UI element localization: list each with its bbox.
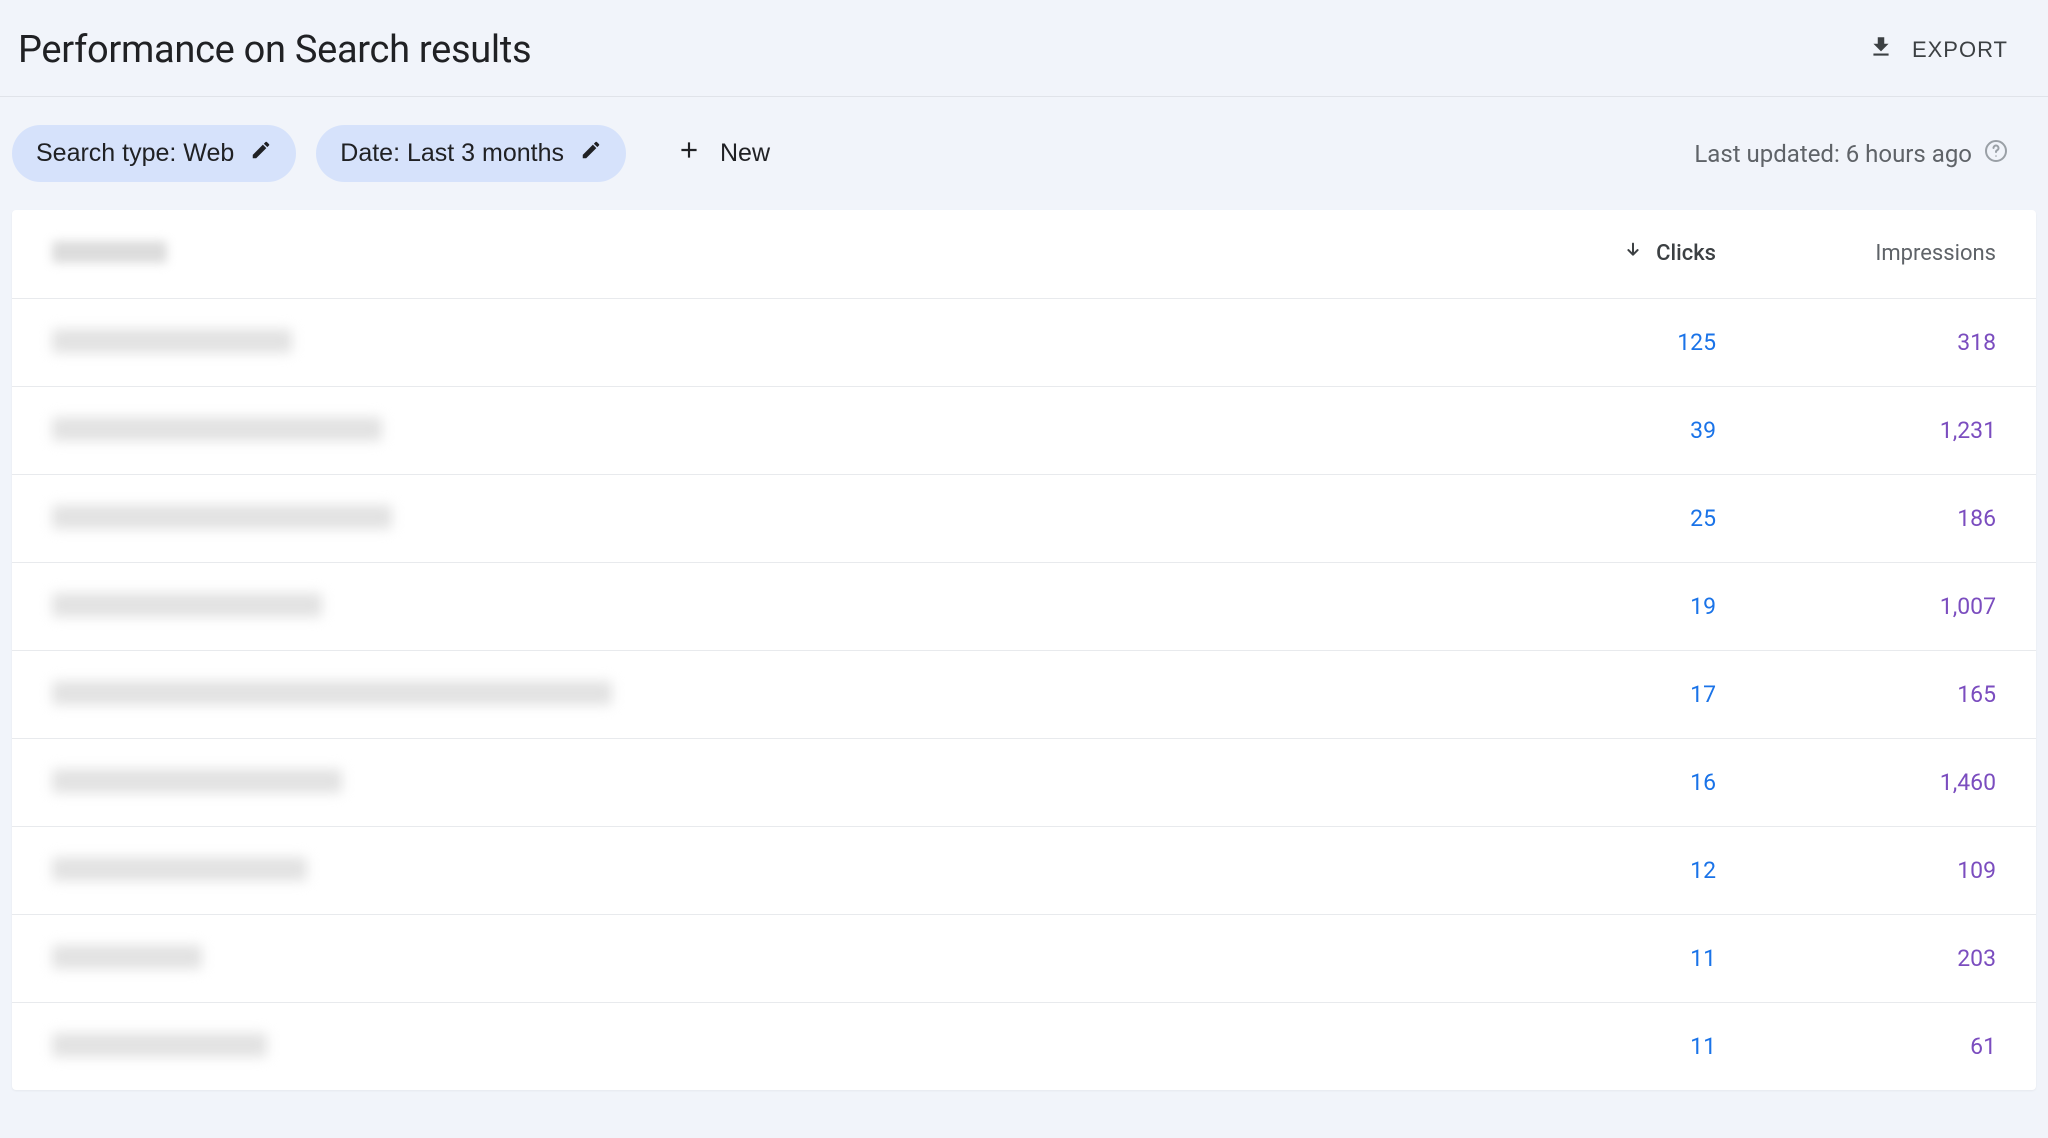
blurred-text [52, 1033, 267, 1057]
row-query-cell [12, 562, 1496, 650]
add-filter-button[interactable]: New [658, 125, 788, 182]
data-table-container: Clicks Impressions 125318 391,231 25186 … [12, 210, 2036, 1090]
blurred-text [52, 329, 292, 353]
table-row[interactable]: 1161 [12, 1002, 2036, 1090]
filter-search-type[interactable]: Search type: Web [12, 125, 296, 182]
table-row[interactable]: 391,231 [12, 386, 2036, 474]
last-updated: Last updated: 6 hours ago [1694, 139, 2008, 169]
table-row[interactable]: 12109 [12, 826, 2036, 914]
column-header-clicks[interactable]: Clicks [1496, 210, 1756, 298]
new-label: New [720, 139, 770, 168]
row-query-cell [12, 914, 1496, 1002]
row-clicks-value: 11 [1496, 1002, 1756, 1090]
row-clicks-value: 12 [1496, 826, 1756, 914]
row-clicks-value: 17 [1496, 650, 1756, 738]
table-header-row: Clicks Impressions [12, 210, 2036, 298]
column-header-impressions[interactable]: Impressions [1756, 210, 2036, 298]
table-row[interactable]: 161,460 [12, 738, 2036, 826]
data-table: Clicks Impressions 125318 391,231 25186 … [12, 210, 2036, 1090]
row-impressions-value: 109 [1756, 826, 2036, 914]
filters-row: Search type: Web Date: Last 3 months New… [0, 97, 2048, 210]
arrow-down-icon [1622, 240, 1644, 268]
export-button[interactable]: EXPORT [1868, 34, 2008, 66]
blurred-text [52, 681, 612, 705]
row-query-cell [12, 738, 1496, 826]
export-label: EXPORT [1912, 37, 2008, 63]
row-query-cell [12, 650, 1496, 738]
row-impressions-value: 203 [1756, 914, 2036, 1002]
row-query-cell [12, 386, 1496, 474]
download-icon [1868, 34, 1894, 66]
clicks-label: Clicks [1656, 241, 1716, 266]
row-clicks-value: 19 [1496, 562, 1756, 650]
blurred-text [52, 417, 382, 441]
page-header: Performance on Search results EXPORT [0, 0, 2048, 97]
row-query-cell [12, 1002, 1496, 1090]
filters-left: Search type: Web Date: Last 3 months New [12, 125, 788, 182]
pencil-icon [580, 139, 602, 168]
row-query-cell [12, 474, 1496, 562]
table-row[interactable]: 191,007 [12, 562, 2036, 650]
row-impressions-value: 61 [1756, 1002, 2036, 1090]
row-impressions-value: 1,007 [1756, 562, 2036, 650]
table-row[interactable]: 25186 [12, 474, 2036, 562]
row-clicks-value: 125 [1496, 298, 1756, 386]
row-impressions-value: 318 [1756, 298, 2036, 386]
row-impressions-value: 186 [1756, 474, 2036, 562]
filter-search-type-label: Search type: Web [36, 139, 234, 168]
row-query-cell [12, 826, 1496, 914]
page-title: Performance on Search results [18, 28, 531, 72]
table-row[interactable]: 11203 [12, 914, 2036, 1002]
table-row[interactable]: 125318 [12, 298, 2036, 386]
row-clicks-value: 16 [1496, 738, 1756, 826]
blurred-text [52, 945, 202, 969]
row-clicks-value: 39 [1496, 386, 1756, 474]
filter-date-label: Date: Last 3 months [340, 139, 564, 168]
table-row[interactable]: 17165 [12, 650, 2036, 738]
row-impressions-value: 1,231 [1756, 386, 2036, 474]
row-query-cell [12, 298, 1496, 386]
last-updated-text: Last updated: 6 hours ago [1694, 140, 1972, 168]
column-header-query[interactable] [12, 210, 1496, 298]
impressions-label: Impressions [1875, 241, 1996, 266]
plus-icon [676, 137, 702, 170]
pencil-icon [250, 139, 272, 168]
row-clicks-value: 25 [1496, 474, 1756, 562]
blurred-text [52, 505, 392, 529]
row-clicks-value: 11 [1496, 914, 1756, 1002]
blurred-text [52, 593, 322, 617]
blurred-text [52, 769, 342, 793]
row-impressions-value: 1,460 [1756, 738, 2036, 826]
blurred-header-text [52, 241, 167, 263]
blurred-text [52, 857, 307, 881]
filter-date[interactable]: Date: Last 3 months [316, 125, 626, 182]
row-impressions-value: 165 [1756, 650, 2036, 738]
help-icon[interactable] [1984, 139, 2008, 169]
